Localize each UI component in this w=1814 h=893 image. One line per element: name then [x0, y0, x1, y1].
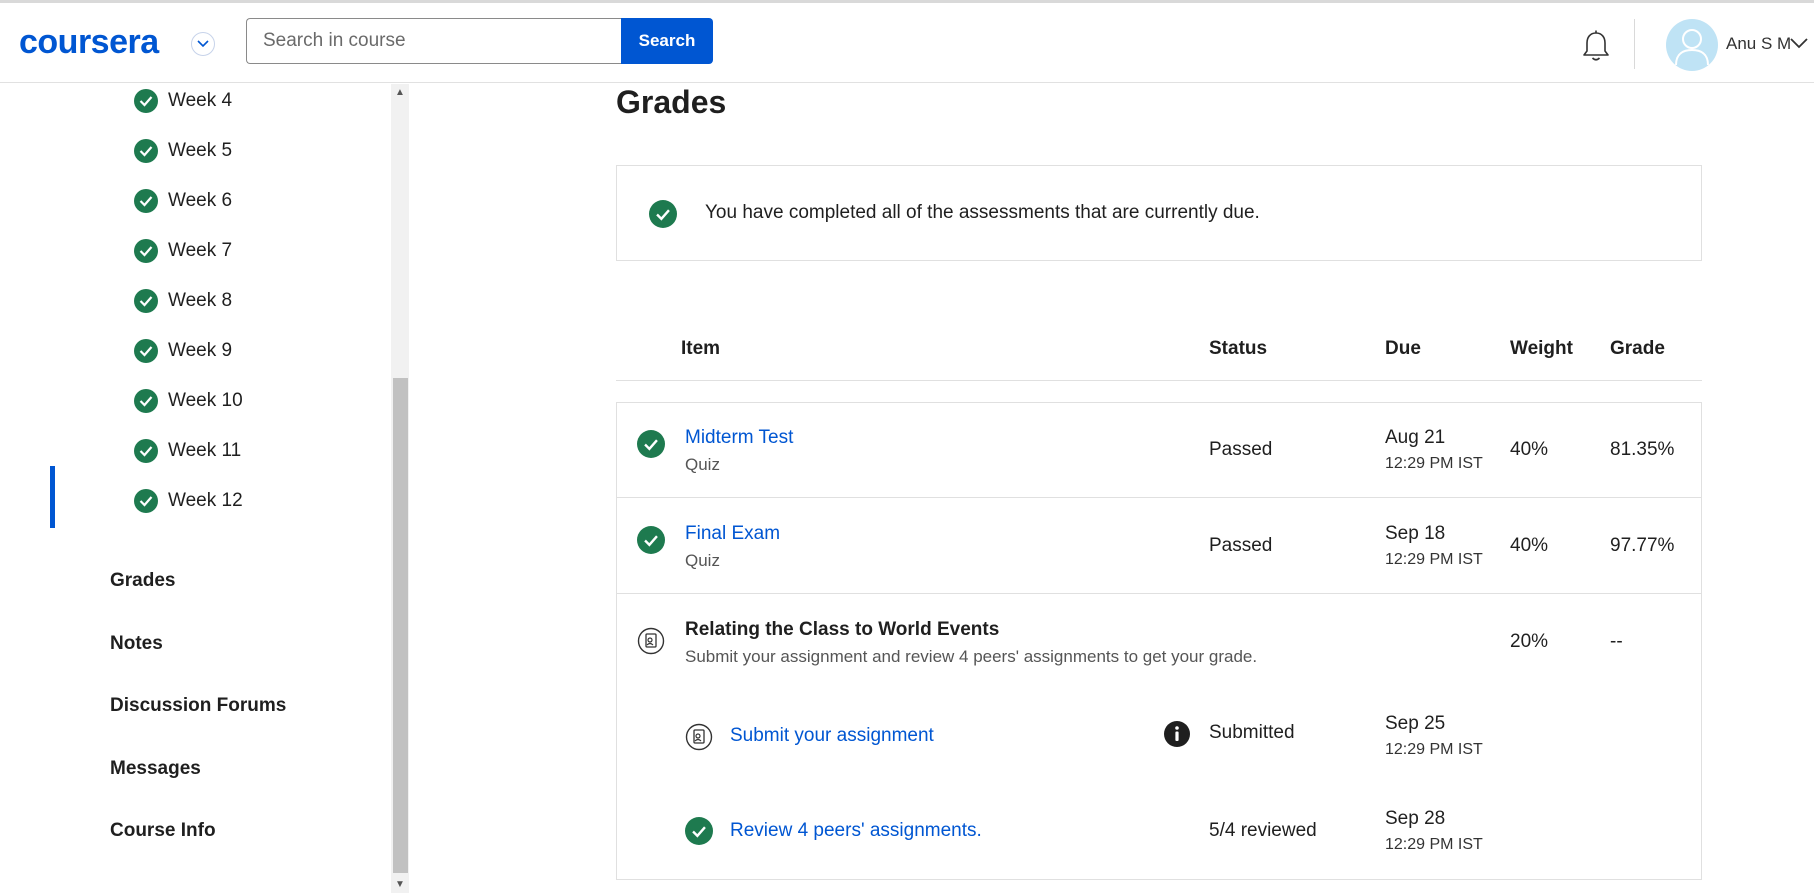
- check-circle-icon: [649, 200, 677, 228]
- due-time: 12:29 PM IST: [1385, 836, 1483, 853]
- review-peers-link[interactable]: Review 4 peers' assignments.: [730, 820, 982, 842]
- item-type: Quiz: [685, 455, 720, 474]
- sidebar-item-course-info[interactable]: Course Info: [110, 820, 216, 842]
- check-circle-icon: [134, 89, 158, 113]
- submit-assignment-icon: [685, 723, 713, 751]
- status-text: Passed: [1209, 535, 1273, 556]
- sidebar-item-messages[interactable]: Messages: [110, 758, 201, 780]
- weight-value: 40%: [1510, 439, 1549, 460]
- check-circle-icon: [134, 489, 158, 513]
- sidebar-item-week-12[interactable]: Week 12: [134, 487, 243, 515]
- check-circle-icon: [134, 239, 158, 263]
- column-header-due: Due: [1385, 338, 1421, 359]
- sidebar-item-week-5[interactable]: Week 5: [134, 137, 232, 165]
- sidebar-item-week-11[interactable]: Week 11: [134, 437, 241, 465]
- sidebar-item-week-9[interactable]: Week 9: [134, 337, 232, 365]
- check-circle-icon: [134, 289, 158, 313]
- due-time: 12:29 PM IST: [1385, 551, 1483, 568]
- check-circle-icon: [637, 430, 665, 458]
- week-label: Week 12: [168, 490, 243, 511]
- due-date: Sep 18: [1385, 523, 1446, 544]
- search-button[interactable]: Search: [621, 18, 713, 64]
- peer-assignment-title: Relating the Class to World Events: [685, 619, 1000, 640]
- scroll-down-arrow-icon[interactable]: ▼: [391, 876, 409, 892]
- info-icon[interactable]: [1163, 720, 1191, 748]
- header-divider: [616, 380, 1702, 381]
- due-date: Sep 25: [1385, 713, 1446, 734]
- header-divider: [1634, 19, 1635, 69]
- sidebar-item-week-4[interactable]: Week 4: [134, 87, 232, 115]
- weight-value: 40%: [1510, 535, 1549, 556]
- chevron-down-icon[interactable]: [191, 32, 215, 56]
- grade-value: 97.77%: [1610, 535, 1675, 556]
- status-text: Passed: [1209, 439, 1273, 460]
- column-header-weight: Weight: [1510, 338, 1573, 359]
- check-circle-icon: [134, 139, 158, 163]
- user-name[interactable]: Anu S M: [1726, 34, 1791, 54]
- week-label: Week 8: [168, 290, 233, 311]
- active-nav-indicator: [50, 466, 55, 528]
- due-date: Aug 21: [1385, 427, 1446, 448]
- due-date: Sep 28: [1385, 808, 1446, 829]
- notification-bell-icon[interactable]: [1580, 29, 1612, 63]
- sidebar-item-week-8[interactable]: Week 8: [134, 287, 232, 315]
- sidebar-item-week-7[interactable]: Week 7: [134, 237, 232, 265]
- week-label: Week 7: [168, 240, 233, 261]
- item-link-final-exam[interactable]: Final Exam: [685, 523, 780, 545]
- due-time: 12:29 PM IST: [1385, 741, 1483, 758]
- week-label: Week 4: [168, 90, 233, 111]
- completion-notice: You have completed all of the assessment…: [616, 165, 1702, 261]
- sidebar-item-grades[interactable]: Grades: [110, 570, 175, 592]
- scrollbar-thumb[interactable]: [393, 378, 408, 873]
- sidebar-item-notes[interactable]: Notes: [110, 633, 163, 655]
- grade-value: --: [1610, 631, 1623, 652]
- week-label: Week 11: [168, 440, 242, 461]
- check-circle-icon: [134, 389, 158, 413]
- check-circle-icon: [685, 817, 713, 845]
- scroll-up-arrow-icon[interactable]: ▲: [391, 84, 409, 100]
- row-divider: [617, 593, 1701, 594]
- check-circle-icon: [134, 339, 158, 363]
- notice-text: You have completed all of the assessment…: [705, 202, 1260, 223]
- grade-value: 81.35%: [1610, 439, 1675, 460]
- coursera-logo[interactable]: coursera: [19, 23, 159, 62]
- avatar[interactable]: [1666, 19, 1718, 71]
- submit-assignment-link[interactable]: Submit your assignment: [730, 725, 934, 747]
- check-circle-icon: [134, 439, 158, 463]
- peer-assignment-icon: [637, 627, 665, 655]
- item-link-midterm-test[interactable]: Midterm Test: [685, 427, 793, 449]
- check-circle-icon: [134, 189, 158, 213]
- sidebar-item-discussion-forums[interactable]: Discussion Forums: [110, 695, 286, 717]
- page-title: Grades: [616, 84, 727, 120]
- chevron-down-icon[interactable]: [1789, 36, 1809, 52]
- peer-assignment-description: Submit your assignment and review 4 peer…: [685, 647, 1258, 666]
- week-label: Week 5: [168, 140, 233, 161]
- status-text: 5/4 reviewed: [1209, 820, 1317, 841]
- weight-value: 20%: [1510, 631, 1549, 652]
- item-type: Quiz: [685, 551, 720, 570]
- column-header-status: Status: [1209, 338, 1268, 359]
- sidebar-item-week-6[interactable]: Week 6: [134, 187, 232, 215]
- check-circle-icon: [637, 526, 665, 554]
- column-header-grade: Grade: [1610, 338, 1665, 359]
- sidebar-item-week-10[interactable]: Week 10: [134, 387, 243, 415]
- week-label: Week 6: [168, 190, 233, 211]
- week-label: Week 10: [168, 390, 243, 411]
- status-text: Submitted: [1209, 722, 1295, 743]
- top-header: coursera Search Anu S M: [0, 3, 1814, 83]
- search-input[interactable]: [246, 18, 622, 64]
- column-header-item: Item: [681, 338, 721, 359]
- due-time: 12:29 PM IST: [1385, 455, 1483, 472]
- row-divider: [617, 497, 1701, 498]
- week-label: Week 9: [168, 340, 233, 361]
